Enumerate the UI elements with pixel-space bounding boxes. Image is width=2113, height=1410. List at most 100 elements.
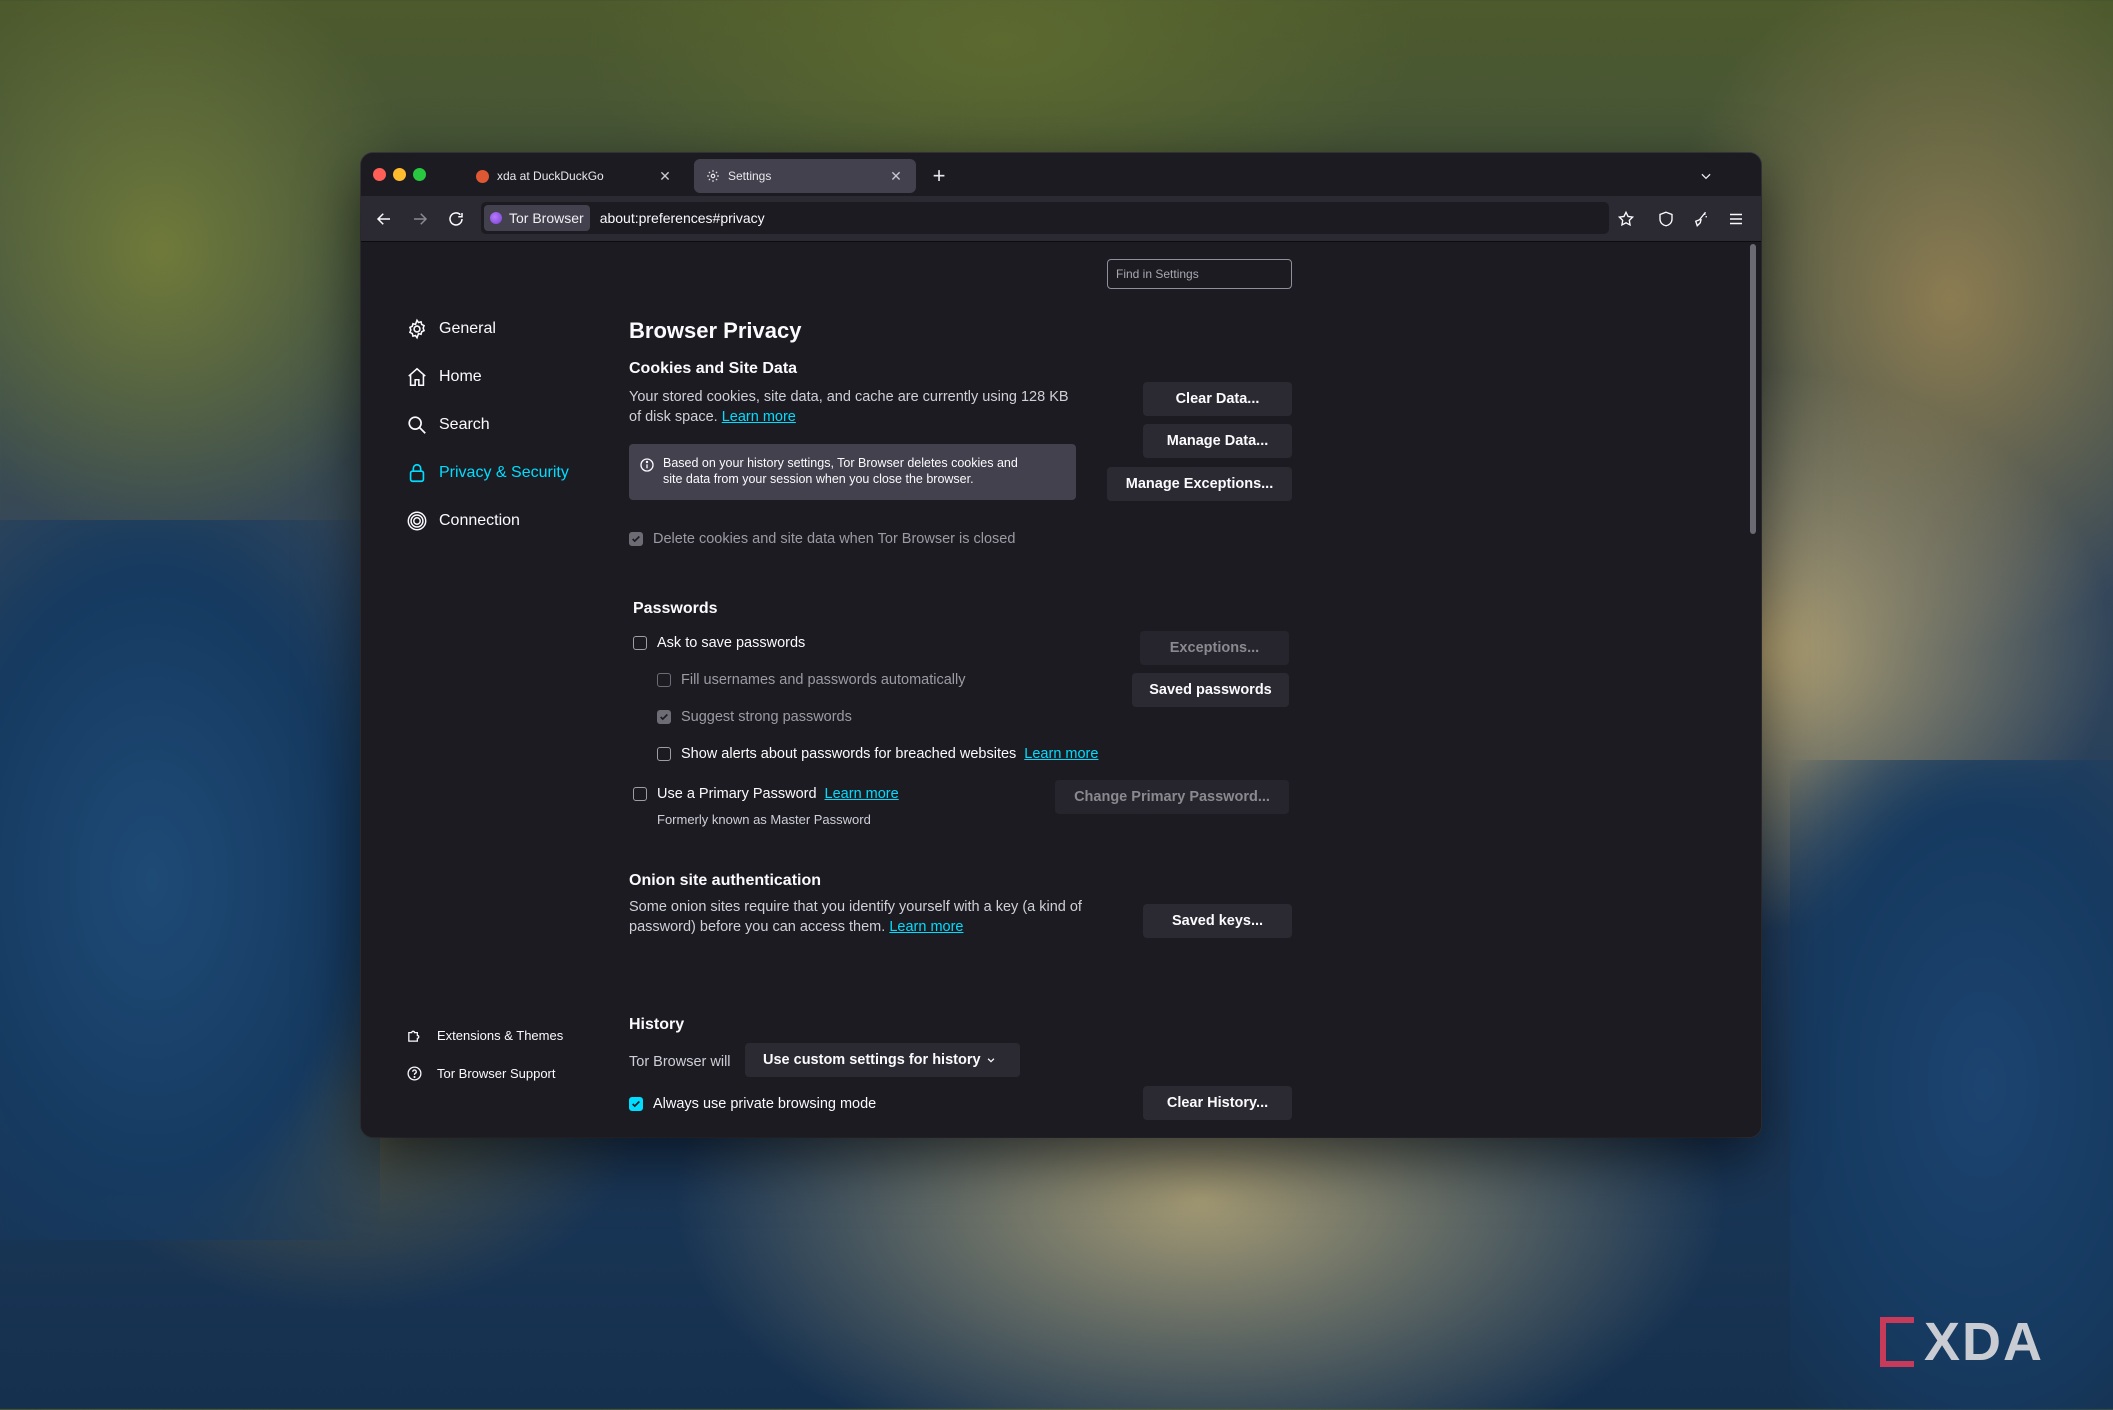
cookies-description: Your stored cookies, site data, and cach…: [629, 387, 1129, 427]
cookies-heading: Cookies and Site Data: [629, 360, 798, 377]
url-text[interactable]: about:preferences#privacy: [600, 210, 765, 226]
breach-alerts-row[interactable]: Show alerts about passwords for breached…: [657, 746, 1098, 762]
xda-watermark-logo: XDA: [1880, 1312, 2080, 1372]
checkmark-icon: [632, 1100, 640, 1108]
xda-watermark-text: XDA: [1924, 1312, 2045, 1372]
suggest-strong-checkbox: [657, 710, 671, 724]
change-primary-password-button[interactable]: Change Primary Password...: [1055, 780, 1289, 814]
manage-exceptions-button[interactable]: Manage Exceptions...: [1107, 467, 1292, 501]
chevron-down-icon: [1701, 173, 1711, 180]
delete-cookies-checkbox: [629, 532, 643, 546]
sidebar-item-label: Privacy & Security: [439, 464, 569, 481]
onion-desc-line: password) before you can access them.: [629, 919, 886, 935]
cookies-info-box: Based on your history settings, Tor Brow…: [629, 444, 1076, 500]
close-tab-icon[interactable]: ✕: [888, 168, 904, 185]
puzzle-icon: [405, 1026, 423, 1044]
desktop-background-sea: [0, 520, 380, 1240]
saved-passwords-button[interactable]: Saved passwords: [1132, 673, 1289, 707]
forward-button[interactable]: [405, 204, 435, 234]
list-all-tabs-button[interactable]: [1691, 161, 1721, 191]
sidebar-item-search[interactable]: Search: [405, 413, 490, 437]
reload-icon: [449, 212, 463, 226]
onion-desc-line: Some onion sites require that you identi…: [629, 899, 1082, 915]
info-icon: [640, 458, 654, 472]
close-window-button[interactable]: [373, 168, 386, 181]
info-text-line: site data from your session when you clo…: [663, 472, 974, 486]
lock-icon: [405, 461, 429, 485]
sidebar-tor-support[interactable]: Tor Browser Support: [405, 1064, 556, 1082]
history-mode-selected: Use custom settings for history: [763, 1052, 981, 1068]
sidebar-item-home[interactable]: Home: [405, 365, 482, 389]
new-identity-button[interactable]: [1686, 204, 1716, 234]
tab-title: xda at DuckDuckGo: [497, 169, 604, 183]
clear-history-button[interactable]: Clear History...: [1143, 1086, 1292, 1120]
page-title: Browser Privacy: [629, 318, 802, 343]
saved-keys-button[interactable]: Saved keys...: [1143, 904, 1292, 938]
breach-alerts-checkbox[interactable]: [657, 747, 671, 761]
minimize-window-button[interactable]: [393, 168, 406, 181]
onion-auth-heading: Onion site authentication: [629, 872, 822, 889]
breach-alerts-label: Show alerts about passwords for breached…: [681, 746, 1017, 762]
formerly-master-password-note: Formerly known as Master Password: [657, 812, 871, 827]
zoom-window-button[interactable]: [413, 168, 426, 181]
security-level-button[interactable]: [1651, 204, 1681, 234]
sidebar-item-connection[interactable]: Connection: [405, 509, 520, 533]
onion-learn-more-link[interactable]: Learn more: [889, 919, 963, 935]
back-arrow-icon: [376, 213, 390, 225]
suggest-strong-label: Suggest strong passwords: [681, 709, 852, 725]
bookmark-star-button[interactable]: [1611, 204, 1641, 234]
new-tab-button[interactable]: +: [924, 161, 954, 191]
app-menu-button[interactable]: [1721, 204, 1751, 234]
settings-page: General Home Search Privacy & Security C…: [361, 242, 1761, 1137]
checkmark-icon: [660, 713, 668, 721]
sidebar-item-label: Home: [439, 368, 482, 385]
star-icon: [1617, 210, 1635, 227]
search-icon: [405, 413, 429, 437]
broom-icon: [1694, 211, 1707, 227]
history-will-label: Tor Browser will: [629, 1054, 731, 1070]
close-tab-icon[interactable]: ✕: [657, 168, 673, 185]
ask-save-passwords-checkbox[interactable]: [633, 636, 647, 650]
primary-password-checkbox[interactable]: [633, 787, 647, 801]
tor-onion-icon: [490, 212, 502, 224]
url-bar[interactable]: Tor Browser about:preferences#privacy: [481, 202, 1609, 234]
sidebar-item-general[interactable]: General: [405, 317, 496, 341]
primary-password-label: Use a Primary Password: [657, 786, 817, 802]
onion-auth-description: Some onion sites require that you identi…: [629, 897, 1149, 937]
scrollbar[interactable]: [1750, 244, 1756, 534]
cookies-desc-line: Your stored cookies, site data, and cach…: [629, 389, 1069, 405]
sidebar-footer-label: Tor Browser Support: [437, 1065, 556, 1081]
shield-icon: [1659, 211, 1673, 227]
autofill-row: Fill usernames and passwords automatical…: [657, 672, 966, 688]
sidebar-extensions-themes[interactable]: Extensions & Themes: [405, 1026, 563, 1044]
checkmark-icon: [632, 535, 640, 543]
delete-cookies-on-close-row: Delete cookies and site data when Tor Br…: [629, 531, 1015, 547]
history-heading: History: [629, 1016, 685, 1033]
private-browsing-row[interactable]: Always use private browsing mode: [629, 1096, 876, 1112]
clear-data-button[interactable]: Clear Data...: [1143, 382, 1292, 416]
tab-settings[interactable]: Settings ✕: [694, 159, 916, 193]
info-text-line: Based on your history settings, Tor Brow…: [663, 456, 1018, 470]
identity-label: Tor Browser: [509, 210, 584, 226]
ask-save-passwords-row[interactable]: Ask to save passwords: [633, 635, 805, 651]
manage-data-button[interactable]: Manage Data...: [1143, 424, 1292, 458]
sidebar-item-privacy-security[interactable]: Privacy & Security: [405, 461, 569, 485]
password-exceptions-button[interactable]: Exceptions...: [1140, 631, 1289, 665]
reload-button[interactable]: [441, 204, 471, 234]
identity-box[interactable]: Tor Browser: [484, 205, 590, 231]
private-browsing-checkbox[interactable]: [629, 1097, 643, 1111]
forward-arrow-icon: [414, 213, 428, 225]
primary-password-row[interactable]: Use a Primary Password Learn more: [633, 786, 899, 802]
find-in-settings-input[interactable]: [1107, 259, 1292, 289]
private-browsing-label: Always use private browsing mode: [653, 1096, 877, 1112]
browser-window: xda at DuckDuckGo ✕ Settings ✕ + Tor Bro…: [361, 153, 1761, 1137]
primary-learn-more-link[interactable]: Learn more: [825, 786, 899, 802]
hamburger-menu-icon: [1730, 213, 1742, 225]
cookies-learn-more-link[interactable]: Learn more: [722, 409, 796, 425]
back-button[interactable]: [369, 204, 399, 234]
onion-icon: [405, 509, 429, 533]
breach-learn-more-link[interactable]: Learn more: [1024, 746, 1098, 762]
tab-duckduckgo[interactable]: xda at DuckDuckGo ✕: [463, 159, 685, 193]
tab-title: Settings: [728, 169, 772, 183]
history-mode-select[interactable]: Use custom settings for history: [745, 1043, 1020, 1077]
